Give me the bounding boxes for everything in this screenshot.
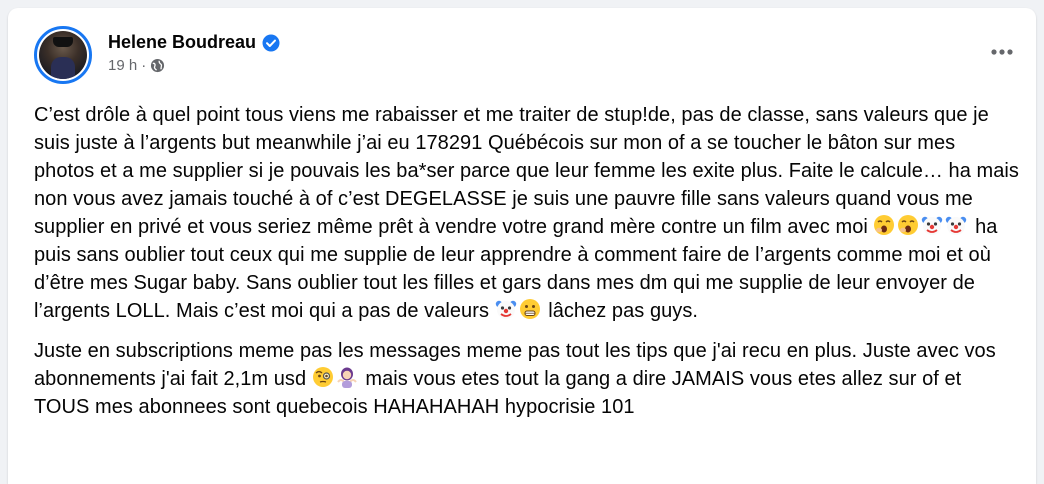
profile-photo — [39, 31, 87, 79]
ellipsis-icon — [990, 43, 1014, 61]
author-name[interactable]: Helene Boudreau — [108, 32, 256, 53]
post-meta: Helene Boudreau 19 h · — [108, 32, 280, 74]
more-options-button[interactable] — [984, 40, 1020, 64]
clown-face-icon — [921, 214, 943, 236]
avatar[interactable] — [34, 26, 92, 84]
post-paragraph-2: Juste en subscriptions meme pas les mess… — [34, 337, 1019, 421]
yawning-face-icon — [897, 214, 919, 236]
yawning-face-icon — [873, 214, 895, 236]
grimacing-face-icon — [519, 298, 541, 320]
separator-dot: · — [141, 57, 147, 74]
timestamp-row: 19 h · — [108, 57, 280, 74]
post-paragraph-1: C’est drôle à quel point tous viens me r… — [34, 101, 1019, 325]
globe-icon[interactable] — [150, 58, 165, 73]
post-card: Helene Boudreau 19 h · C’est drôle à que… — [8, 8, 1036, 484]
post-body: C’est drôle à quel point tous viens me r… — [34, 101, 1019, 433]
post-header: Helene Boudreau 19 h · — [34, 26, 280, 86]
clown-face-icon — [495, 298, 517, 320]
face-with-monocle-icon — [312, 366, 334, 388]
paragraph-text: lâchez pas guys. — [542, 300, 698, 322]
woman-shrugging-icon — [336, 366, 358, 388]
post-timestamp[interactable]: 19 h — [108, 57, 137, 74]
clown-face-icon — [945, 214, 967, 236]
verified-badge-icon — [262, 34, 280, 52]
author-row: Helene Boudreau — [108, 32, 280, 53]
paragraph-text: C’est drôle à quel point tous viens me r… — [34, 104, 1019, 238]
